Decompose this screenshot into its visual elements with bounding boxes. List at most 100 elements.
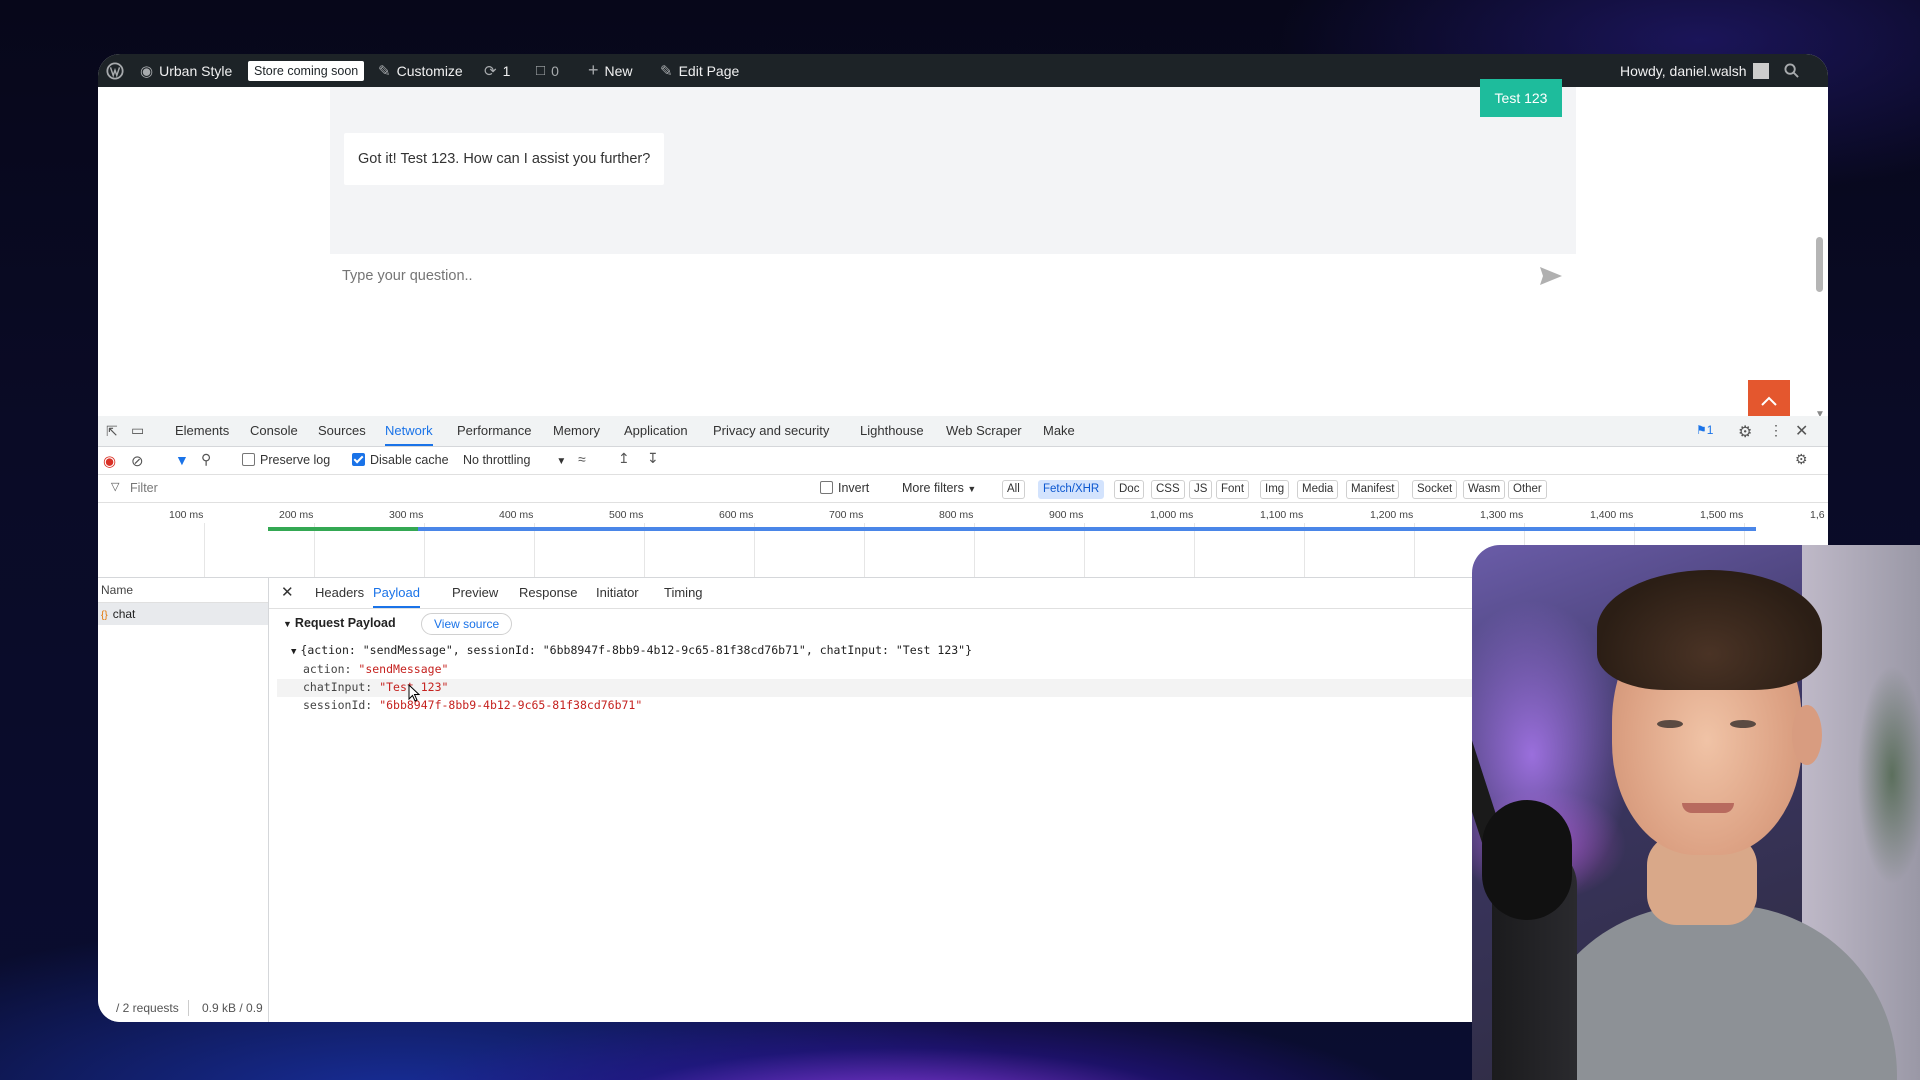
settings-gear-icon[interactable]: ⚙ [1738,422,1752,442]
edit-page-link[interactable]: ✎ Edit Page [660,54,739,87]
filter-css[interactable]: CSS [1151,480,1185,499]
filter-funnel-icon[interactable]: ▼ [175,452,189,468]
filter-media[interactable]: Media [1297,480,1339,499]
network-conditions-icon[interactable]: ≈ [578,451,586,467]
wordpress-logo-icon[interactable] [106,54,124,87]
payload-field-sessionid[interactable]: sessionId: "6bb8947f-8bb9-4b12-9c65-81f3… [303,698,642,712]
timeline-tick: 900 ms [1049,509,1084,521]
filter-fetch-xhr[interactable]: Fetch/XHR [1038,480,1105,499]
send-icon[interactable] [1538,264,1564,288]
timeline-tick: 1,300 ms [1480,509,1524,521]
chevron-up-icon [1761,396,1777,406]
wp-admin-bar: ◉ Urban Style Store coming soon ✎ Custom… [98,54,1828,87]
more-options-icon[interactable]: ⋮ [1769,422,1783,439]
payload-summary[interactable]: ▼ {action: "sendMessage", sessionId: "6bb… [291,643,972,657]
close-detail-icon[interactable]: ✕ [281,578,294,608]
device-toolbar-icon[interactable]: ▭ [131,422,144,439]
inspect-element-icon[interactable]: ⇱ [106,423,118,440]
preserve-log-checkbox[interactable]: Preserve log [242,447,330,474]
comments-link[interactable]: □ 0 [536,54,559,87]
preserve-log-label: Preserve log [260,453,331,467]
tab-response[interactable]: Response [519,578,578,608]
filter-wasm[interactable]: Wasm [1463,480,1506,499]
throttling-select[interactable]: No throttling ▼ [463,447,566,474]
disable-cache-box[interactable] [352,453,365,466]
search-icon[interactable] [1784,54,1799,87]
filter-manifest[interactable]: Manifest [1346,480,1400,499]
tab-sources[interactable]: Sources [318,416,366,446]
more-filters-dropdown[interactable]: More filters ▼ [902,475,976,502]
network-settings-icon[interactable]: ⚙ [1795,451,1808,468]
tab-preview[interactable]: Preview [452,578,498,608]
tab-timing[interactable]: Timing [664,578,703,608]
filter-all[interactable]: All [1002,480,1025,499]
export-har-icon[interactable]: ↧ [647,450,659,467]
tab-network[interactable]: Network [385,416,433,446]
dashboard-icon: ◉ [140,62,154,80]
disable-cache-checkbox[interactable]: Disable cache [352,447,449,474]
filter-socket[interactable]: Socket [1412,480,1458,499]
tab-elements[interactable]: Elements [175,416,229,446]
filter-icon: ▽ [111,481,120,493]
request-list: Name {} chat [98,578,269,1022]
brush-icon: ✎ [378,62,391,80]
tab-web-scraper[interactable]: Web Scraper [946,416,1022,446]
tab-initiator[interactable]: Initiator [596,578,639,608]
close-devtools-icon[interactable]: ✕ [1795,421,1808,441]
tab-make[interactable]: Make [1043,416,1075,446]
tab-lighthouse[interactable]: Lighthouse [860,416,924,446]
plus-icon: + [588,60,599,80]
user-message-bubble: Test 123 [1480,79,1562,117]
filter-input[interactable]: Filter [130,475,158,502]
tab-headers[interactable]: Headers [315,578,364,608]
filter-img[interactable]: Img [1260,480,1290,499]
section-title: Request Payload [294,616,396,630]
question-input[interactable] [340,267,1344,285]
tab-console[interactable]: Console [250,416,298,446]
new-content-link[interactable]: + New [588,54,633,87]
tab-memory[interactable]: Memory [553,416,600,446]
invert-box[interactable] [820,481,833,494]
customize-link[interactable]: ✎ Customize [378,54,463,87]
tab-performance[interactable]: Performance [457,416,531,446]
filter-doc[interactable]: Doc [1114,480,1145,499]
filter-js[interactable]: JS [1189,480,1213,499]
payload-field-action[interactable]: action: "sendMessage" [303,662,448,676]
record-icon[interactable]: ◉ [103,452,116,470]
request-name: chat [112,607,136,621]
preserve-log-box[interactable] [242,453,255,466]
tab-application[interactable]: Application [624,416,688,446]
chevron-down-icon: ▼ [556,456,567,467]
timeline-tick: 100 ms [169,509,204,521]
page-scrollbar[interactable] [1816,237,1823,292]
invert-checkbox[interactable]: Invert [820,475,869,502]
timeline-tick: 400 ms [499,509,534,521]
timeline-tick: 1,400 ms [1590,509,1634,521]
chat-messages: Test 123 Got it! Test 123. How can I ass… [330,79,1576,254]
store-coming-soon-badge[interactable]: Store coming soon [248,54,365,87]
tab-privacy-security[interactable]: Privacy and security [713,416,829,446]
expand-triangle-icon: ▼ [283,619,292,629]
request-row-chat[interactable]: {} chat [98,603,268,625]
import-har-icon[interactable]: ↥ [618,450,630,467]
search-icon[interactable]: ⚲ [201,451,211,468]
clear-icon[interactable]: ⊘ [131,452,144,470]
web-page: Test 123 Got it! Test 123. How can I ass… [98,79,1828,422]
disable-cache-label: Disable cache [370,453,449,467]
site-name-link[interactable]: ◉ Urban Style [140,54,232,87]
filter-font[interactable]: Font [1216,480,1250,499]
request-payload-header[interactable]: ▼ Request Payload [283,616,396,630]
view-source-button[interactable]: View source [421,613,513,635]
field-key: action: [303,662,352,676]
issues-badge[interactable]: ⚑1 [1696,423,1713,437]
name-column-header[interactable]: Name [98,578,268,603]
filter-bar: ▽ Filter Invert More filters ▼ All Fetch… [98,475,1828,503]
comments-count: 0 [551,62,559,79]
chevron-down-icon: ▼ [967,484,977,494]
payload-field-chatinput[interactable]: chatInput: "Test 123" [303,680,448,694]
field-key: sessionId: [303,698,373,712]
tab-payload[interactable]: Payload [373,578,420,608]
updates-link[interactable]: ⟳ 1 [484,54,510,87]
filter-other[interactable]: Other [1508,480,1547,499]
account-menu[interactable]: Howdy, daniel.walsh [1620,54,1769,87]
